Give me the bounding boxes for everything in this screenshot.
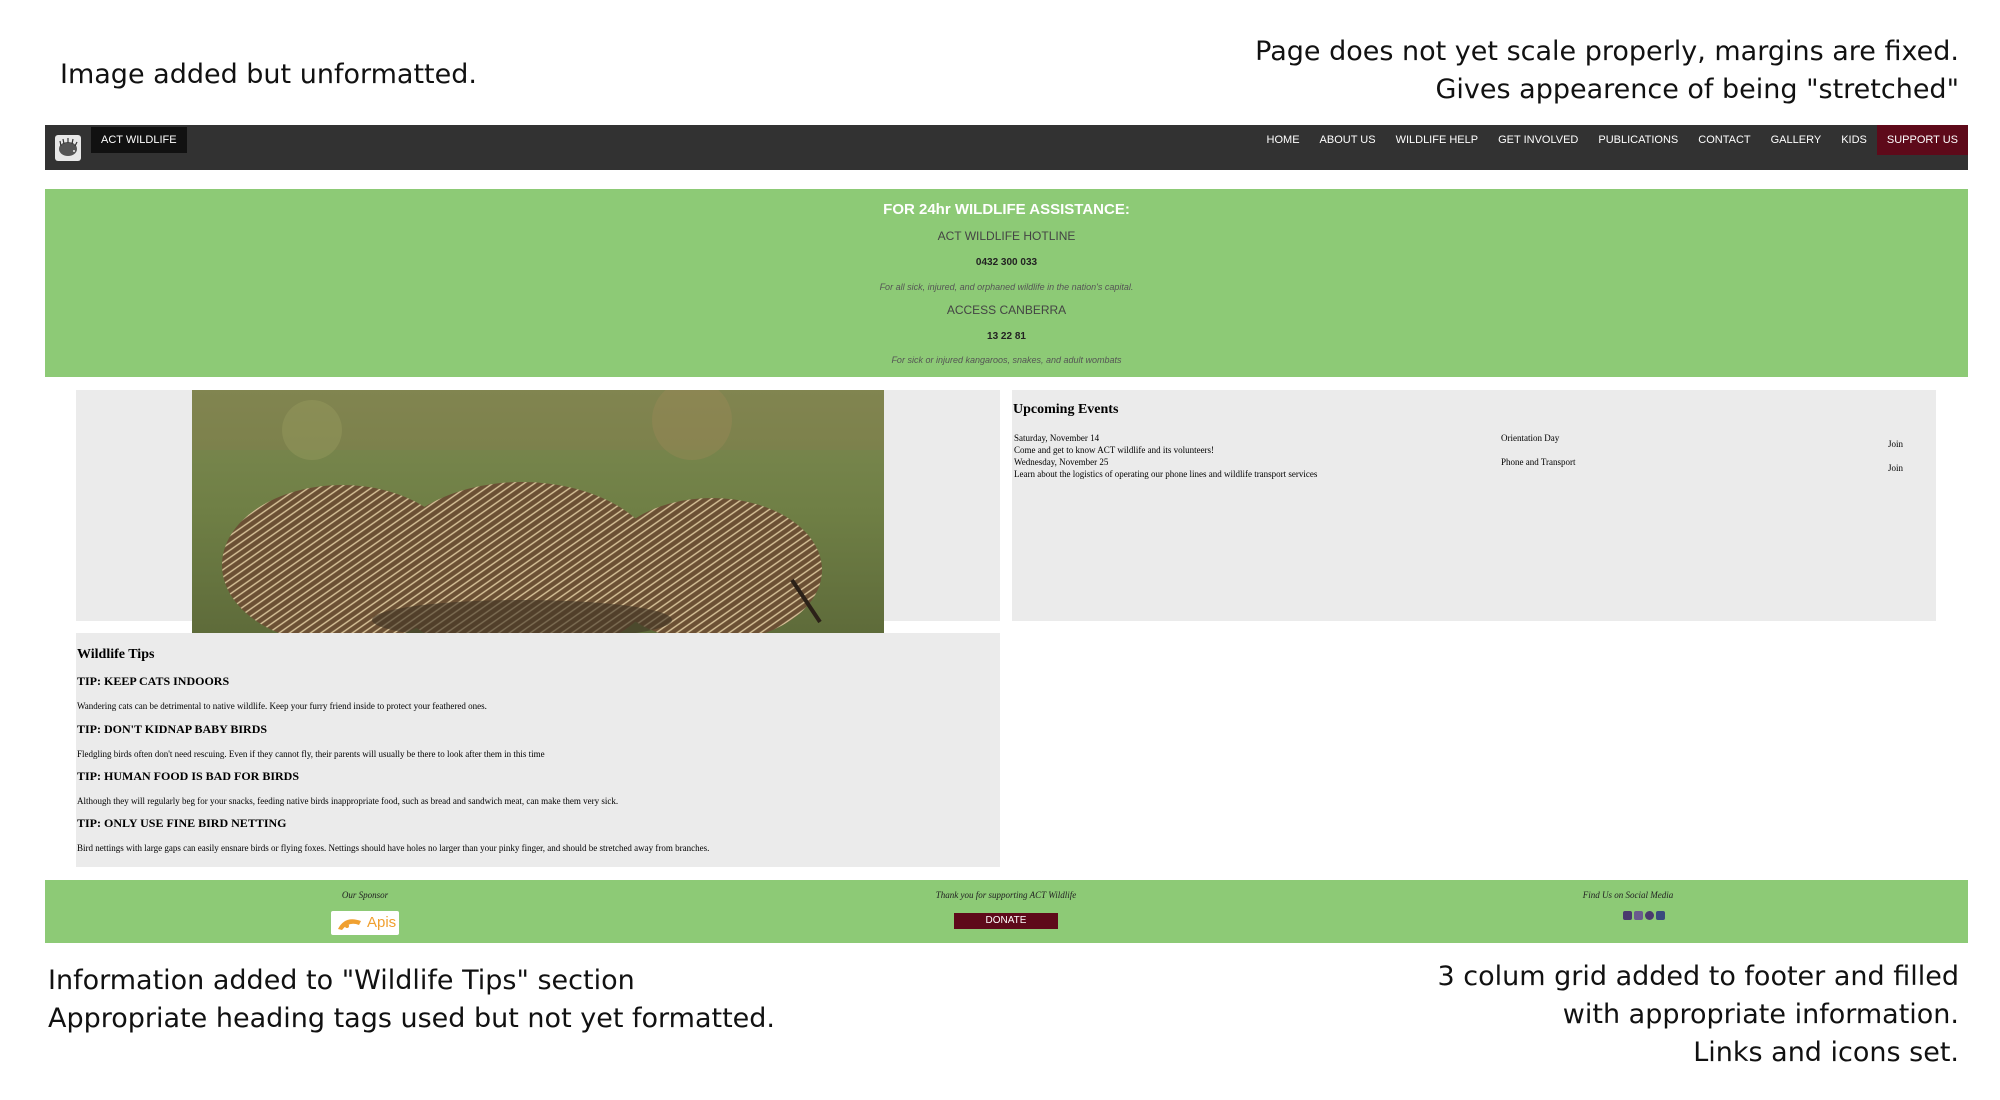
access-number[interactable]: 13 22 81 <box>45 331 1968 342</box>
tip-4-heading: TIP: ONLY USE FINE BIRD NETTING <box>77 816 287 830</box>
note-bottom-left: Information added to "Wildlife Tips" sec… <box>48 962 775 1038</box>
note-top-right: Page does not yet scale properly, margin… <box>1255 33 1959 109</box>
tip-3-text: Although they will regularly beg for you… <box>77 796 619 806</box>
event-1-description: Come and get to know ACT wildlife and it… <box>1014 445 1215 455</box>
footer: Our Sponsor Apis Thank you for supportin… <box>45 880 1968 943</box>
nav-about-us[interactable]: ABOUT US <box>1310 125 1386 155</box>
navbar: ACT WILDLIFE HOME ABOUT US WILDLIFE HELP… <box>45 125 1968 170</box>
event-2-name: Phone and Transport <box>1501 457 1576 467</box>
youtube-icon[interactable] <box>1645 911 1654 920</box>
event-2-description: Learn about the logistics of operating o… <box>1014 469 1318 479</box>
bee-logo-icon <box>338 919 361 930</box>
nav-wildlife-help[interactable]: WILDLIFE HELP <box>1386 125 1489 155</box>
tips-title: Wildlife Tips <box>77 647 155 662</box>
nav-links: HOME ABOUT US WILDLIFE HELP GET INVOLVED… <box>1257 125 1968 155</box>
sponsor-name: Apis <box>367 914 397 931</box>
social-icons <box>1623 911 1665 920</box>
tip-2-text: Fledgling birds often don't need rescuin… <box>77 749 545 759</box>
nav-get-involved[interactable]: GET INVOLVED <box>1488 125 1588 155</box>
note-line: with appropriate information. <box>1562 999 1959 1030</box>
hotline-number[interactable]: 0432 300 033 <box>45 257 1968 268</box>
thanks-caption: Thank you for supporting ACT Wildlife <box>935 890 1077 900</box>
hotline-heading: ACT WILDLIFE HOTLINE <box>937 229 1076 243</box>
tip-1-text: Wandering cats can be detrimental to nat… <box>77 701 487 711</box>
event-1-date: Saturday, November 14 <box>1014 433 1100 443</box>
instagram-icon[interactable] <box>1634 911 1643 920</box>
event-2-join-link[interactable]: Join <box>1888 462 1903 474</box>
note-top-left: Image added but unformatted. <box>60 59 477 90</box>
tip-1-heading: TIP: KEEP CATS INDOORS <box>77 674 230 688</box>
events-title: Upcoming Events <box>1013 402 1119 417</box>
note-line: Appropriate heading tags used but not ye… <box>48 1003 775 1034</box>
note-line: Links and icons set. <box>1693 1037 1959 1068</box>
nav-contact[interactable]: CONTACT <box>1688 125 1760 155</box>
nav-home[interactable]: HOME <box>1257 125 1310 155</box>
twitter-icon[interactable] <box>1656 911 1665 920</box>
access-heading: ACCESS CANBERRA <box>946 303 1067 317</box>
nav-kids[interactable]: KIDS <box>1831 125 1877 155</box>
banner-title: FOR 24hr WILDLIFE ASSISTANCE: <box>883 201 1130 218</box>
event-2-date: Wednesday, November 25 <box>1014 457 1109 467</box>
tip-4-text: Bird nettings with large gaps can easily… <box>77 843 710 853</box>
events-panel: Upcoming Events Saturday, November 14 Co… <box>1012 390 1936 621</box>
access-note: For sick or injured kangaroos, snakes, a… <box>891 355 1122 365</box>
nav-publications[interactable]: PUBLICATIONS <box>1588 125 1688 155</box>
note-line: 3 colum grid added to footer and filled <box>1437 961 1960 992</box>
hotline-note: For all sick, injured, and orphaned wild… <box>879 282 1134 292</box>
sponsor-logo[interactable]: Apis <box>331 911 399 935</box>
nav-support-us[interactable]: SUPPORT US <box>1876 125 1968 155</box>
tip-2-heading: TIP: DON'T KIDNAP BABY BIRDS <box>77 722 268 736</box>
nav-gallery[interactable]: GALLERY <box>1761 125 1832 155</box>
brand-link[interactable]: ACT WILDLIFE <box>91 127 187 153</box>
assistance-banner: FOR 24hr WILDLIFE ASSISTANCE: ACT WILDLI… <box>45 189 1968 377</box>
note-line: Page does not yet scale properly, margin… <box>1255 36 1959 67</box>
donate-button[interactable]: DONATE <box>954 913 1058 929</box>
note-bottom-right: 3 colum grid added to footer and filled … <box>1438 958 1960 1072</box>
note-line: Gives appearence of being "stretched" <box>1435 74 1959 105</box>
echidna-logo-icon <box>59 138 78 156</box>
event-1-join-link[interactable]: Join <box>1888 438 1903 450</box>
event-1-name: Orientation Day <box>1501 433 1560 443</box>
echidna-photo <box>192 390 884 634</box>
note-line: Information added to "Wildlife Tips" sec… <box>48 965 635 996</box>
sponsor-caption: Our Sponsor <box>341 890 389 900</box>
tip-3-heading: TIP: HUMAN FOOD IS BAD FOR BIRDS <box>77 769 300 783</box>
social-caption: Find Us on Social Media <box>1582 890 1674 900</box>
wildlife-tips-panel: Wildlife Tips TIP: KEEP CATS INDOORS Wan… <box>76 633 1000 867</box>
facebook-icon[interactable] <box>1623 911 1632 920</box>
site-logo[interactable] <box>55 135 81 161</box>
